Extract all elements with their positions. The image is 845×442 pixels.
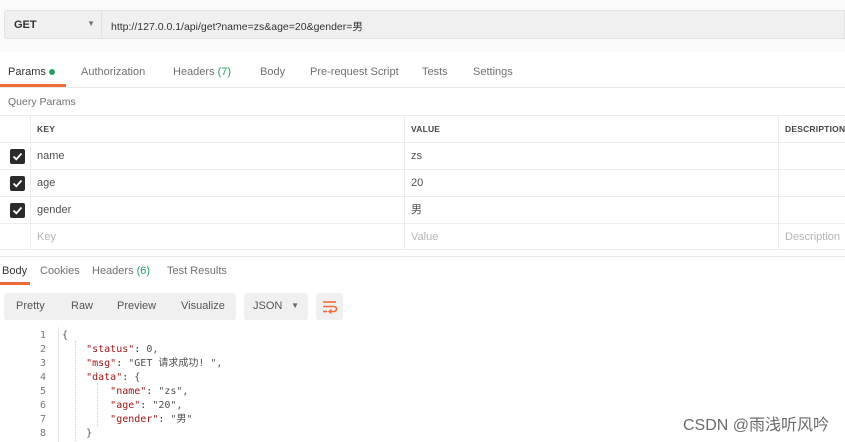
url-input[interactable]: http://127.0.0.1/api/get?name=zs&age=20&… <box>102 10 845 39</box>
format-label: JSON <box>253 300 283 312</box>
code-text: "age": "20", <box>110 400 183 411</box>
code-text: "msg": "GET 请求成功! ", <box>86 358 223 369</box>
table-row: gender 男 <box>0 196 845 223</box>
param-description[interactable] <box>778 143 845 169</box>
active-dot-icon <box>48 69 55 76</box>
wrap-lines-button[interactable] <box>316 293 343 320</box>
active-tab-indicator <box>0 84 66 87</box>
value-header: VALUE <box>404 116 778 142</box>
description-placeholder[interactable]: Description <box>778 224 845 249</box>
param-key[interactable]: gender <box>30 197 404 223</box>
code-text: "data": { <box>86 372 141 383</box>
tab-response-headers[interactable]: Headers (6) <box>92 265 150 277</box>
method-label: GET <box>14 19 37 31</box>
view-mode-bar: Pretty Raw Preview Visualize <box>4 293 236 320</box>
code-line: 3 "msg": "GET 请求成功! ", <box>0 357 845 371</box>
tab-pre-request-script[interactable]: Pre-request Script <box>310 66 399 78</box>
code-text: } <box>62 428 93 439</box>
param-checkbox[interactable] <box>10 203 25 218</box>
line-number: 8 <box>39 428 46 439</box>
line-number: 2 <box>39 344 46 355</box>
code-line: 1{ <box>0 329 845 343</box>
line-number: 1 <box>39 330 46 341</box>
line-number: 4 <box>39 372 46 383</box>
key-header: KEY <box>30 116 404 142</box>
tab-label: Params <box>8 66 46 78</box>
key-placeholder[interactable]: Key <box>30 224 404 249</box>
table-row: age 20 <box>0 169 845 196</box>
table-row: name zs <box>0 142 845 169</box>
method-select[interactable]: GET ▼ <box>4 10 102 39</box>
wrap-icon <box>323 301 338 315</box>
param-description[interactable] <box>778 197 845 223</box>
checkmark-icon <box>12 152 23 161</box>
param-value[interactable]: 男 <box>404 197 778 223</box>
headers-count: (7) <box>217 66 232 78</box>
response-headers-count: (6) <box>136 265 151 277</box>
tab-authorization[interactable]: Authorization <box>81 66 145 78</box>
checkmark-icon <box>12 206 23 215</box>
tab-label: Headers <box>173 66 215 78</box>
response-tabs: Body Cookies Headers (6) Test Results <box>0 256 845 285</box>
code-text: "gender": "男" <box>110 414 193 425</box>
value-placeholder[interactable]: Value <box>404 224 778 249</box>
param-description[interactable] <box>778 170 845 196</box>
param-key[interactable]: name <box>30 143 404 169</box>
visualize-button[interactable]: Visualize <box>181 300 225 312</box>
code-line: 2 "status": 0, <box>0 343 845 357</box>
description-header: DESCRIPTION <box>778 116 845 142</box>
param-value[interactable]: 20 <box>404 170 778 196</box>
preview-button[interactable]: Preview <box>117 300 156 312</box>
tab-tests[interactable]: Tests <box>422 66 448 78</box>
request-bar: GET ▼ http://127.0.0.1/api/get?name=zs&a… <box>0 0 845 52</box>
line-number: 7 <box>39 414 46 425</box>
tab-test-results[interactable]: Test Results <box>167 265 227 277</box>
code-text: { <box>62 330 69 341</box>
watermark: CSDN @雨浅听风吟 <box>682 417 829 434</box>
param-checkbox[interactable] <box>10 149 25 164</box>
query-params-title: Query Params <box>8 96 76 108</box>
table-row-new: Key Value Description <box>0 223 845 250</box>
tab-params[interactable]: Params <box>8 66 55 78</box>
active-tab-indicator <box>0 282 30 285</box>
code-text: "status": 0, <box>86 344 159 355</box>
pretty-button[interactable]: Pretty <box>16 300 45 312</box>
param-checkbox[interactable] <box>10 176 25 191</box>
chevron-down-icon: ▼ <box>87 19 95 28</box>
checkmark-icon <box>12 179 23 188</box>
line-number: 3 <box>39 358 46 369</box>
code-line: 4 "data": { <box>0 371 845 385</box>
tab-label: Headers <box>92 265 134 277</box>
tab-response-body[interactable]: Body <box>2 265 27 277</box>
chevron-down-icon: ▼ <box>291 301 299 310</box>
request-tabs: Params Authorization Headers (7) Body Pr… <box>0 58 845 88</box>
format-select[interactable]: JSON ▼ <box>244 293 308 320</box>
url-text: http://127.0.0.1/api/get?name=zs&age=20&… <box>111 21 363 33</box>
tab-headers[interactable]: Headers (7) <box>173 66 231 78</box>
line-number: 5 <box>39 386 46 397</box>
code-line: 5 "name": "zs", <box>0 385 845 399</box>
code-text: "name": "zs", <box>110 386 189 397</box>
tab-settings[interactable]: Settings <box>473 66 513 78</box>
raw-button[interactable]: Raw <box>71 300 93 312</box>
table-header-row: KEY VALUE DESCRIPTION <box>0 115 845 142</box>
tab-body[interactable]: Body <box>260 66 285 78</box>
tab-cookies[interactable]: Cookies <box>40 265 80 277</box>
param-key[interactable]: age <box>30 170 404 196</box>
line-number: 6 <box>39 400 46 411</box>
param-value[interactable]: zs <box>404 143 778 169</box>
